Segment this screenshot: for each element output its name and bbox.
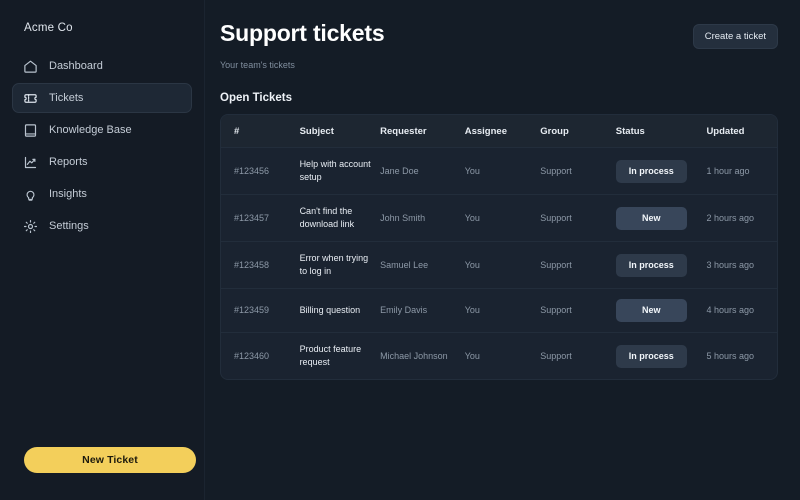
ticket-group: Support xyxy=(540,241,616,290)
ticket-group: Support xyxy=(540,147,616,196)
sidebar-nav: Dashboard Tickets Knowledge Base Reports Ins… xyxy=(0,51,204,241)
sidebar-item-label: Settings xyxy=(49,219,89,232)
ticket-assignee: You xyxy=(464,288,541,334)
page-subtitle: Your team's tickets xyxy=(220,60,295,70)
column-header[interactable]: Subject xyxy=(299,115,381,148)
home-icon xyxy=(23,59,38,74)
ticket-id: #123459 xyxy=(221,288,300,334)
column-header[interactable]: # xyxy=(221,115,300,148)
ticket-updated: 3 hours ago xyxy=(706,241,777,290)
section-title: Open Tickets xyxy=(220,92,293,104)
table-header-row: # Subject Requester Assignee Group Status Upda… xyxy=(221,115,777,148)
ticket-subject: Help with account setup xyxy=(299,147,381,196)
sidebar-item-settings[interactable]: Settings xyxy=(12,211,192,241)
sidebar-item-knowledge-base[interactable]: Knowledge Base xyxy=(12,115,192,145)
ticket-id: #123456 xyxy=(221,147,300,196)
ticket-subject: Error when trying to log in xyxy=(299,241,381,290)
new-ticket-button[interactable]: New Ticket xyxy=(24,447,196,473)
ticket-requester: Jane Doe xyxy=(380,147,465,196)
sidebar-item-label: Insights xyxy=(49,187,87,200)
ticket-updated: 1 hour ago xyxy=(706,147,777,196)
sidebar-item-label: Dashboard xyxy=(49,59,103,72)
status-badge[interactable]: In process xyxy=(615,159,687,183)
ticket-requester: Samuel Lee xyxy=(380,241,465,290)
sidebar-item-tickets[interactable]: Tickets xyxy=(12,83,192,113)
sidebar-item-label: Reports xyxy=(49,155,88,168)
ticket-status-cell: In process xyxy=(615,241,707,290)
column-header[interactable]: Status xyxy=(615,115,707,148)
brand-name: Acme Co xyxy=(24,22,73,34)
ticket-icon xyxy=(23,91,38,106)
sidebar-item-reports[interactable]: Reports xyxy=(12,147,192,177)
ticket-id: #123458 xyxy=(221,241,300,290)
status-badge[interactable]: New xyxy=(615,299,687,323)
status-badge[interactable]: New xyxy=(615,206,687,230)
page-title: Support tickets xyxy=(220,20,385,46)
sidebar-item-dashboard[interactable]: Dashboard xyxy=(12,51,192,81)
ticket-status-cell: New xyxy=(615,194,707,243)
sidebar-item-label: Knowledge Base xyxy=(49,123,132,136)
ticket-status-cell: In process xyxy=(615,147,707,196)
table-row[interactable]: #123457 Can't find the download link John … xyxy=(221,194,777,243)
app-root: Acme Co Dashboard Tickets Knowledge Base Re… xyxy=(0,0,800,500)
table-row[interactable]: #123459 Billing question Emily Davis You Sup… xyxy=(221,288,777,334)
column-header[interactable]: Group xyxy=(540,115,616,148)
ticket-group: Support xyxy=(540,350,572,361)
status-badge[interactable]: In process xyxy=(615,253,687,277)
sidebar-item-insights[interactable]: Insights xyxy=(12,179,192,209)
ticket-group: Support xyxy=(540,288,616,334)
table-body: #123456 Help with account setup Jane Doe Yo… xyxy=(221,147,777,380)
main-content: Support tickets Create a ticket Your tea… xyxy=(205,0,800,500)
ticket-group: Support xyxy=(540,194,616,243)
sidebar: Acme Co Dashboard Tickets Knowledge Base Re… xyxy=(0,0,205,500)
ticket-subject: Can't find the download link xyxy=(299,194,381,243)
lightbulb-icon xyxy=(23,187,38,202)
ticket-status-cell: In process xyxy=(615,333,707,380)
sidebar-item-label: Tickets xyxy=(49,91,84,104)
ticket-assignee: You xyxy=(464,241,541,290)
column-header[interactable]: Requester xyxy=(380,115,465,148)
ticket-subject: Billing question xyxy=(299,288,381,334)
ticket-assignee: You xyxy=(464,194,541,243)
column-header[interactable]: Updated xyxy=(706,115,777,148)
ticket-status-cell: New xyxy=(615,288,707,334)
create-ticket-button[interactable]: Create a ticket xyxy=(692,24,778,49)
tickets-table: # Subject Requester Assignee Group Status Upda… xyxy=(221,115,777,379)
ticket-updated: 2 hours ago xyxy=(706,194,777,243)
ticket-requester: John Smith xyxy=(380,194,465,243)
status-badge[interactable]: In process xyxy=(615,344,687,368)
table-row[interactable]: #123460 Product feature request Michael Jo… xyxy=(221,333,777,380)
ticket-updated: 4 hours ago xyxy=(706,288,777,334)
page-header: Support tickets Create a ticket xyxy=(220,20,778,49)
ticket-subject: Product feature request xyxy=(299,344,362,368)
tickets-table-card: # Subject Requester Assignee Group Status Upda… xyxy=(220,114,778,381)
ticket-id: #123460 xyxy=(234,350,270,361)
gear-icon xyxy=(23,219,38,234)
ticket-requester: Emily Davis xyxy=(380,288,465,334)
ticket-assignee: You xyxy=(464,147,541,196)
ticket-id: #123457 xyxy=(221,194,300,243)
table-row[interactable]: #123458 Error when trying to log in Samuel… xyxy=(221,241,777,290)
book-icon xyxy=(23,123,38,138)
chart-line-icon xyxy=(23,155,38,170)
ticket-updated: 5 hours ago xyxy=(706,350,754,361)
ticket-assignee: You xyxy=(464,350,480,361)
table-row[interactable]: #123456 Help with account setup Jane Doe Yo… xyxy=(221,147,777,196)
column-header[interactable]: Assignee xyxy=(464,115,541,148)
ticket-requester: Michael Johnson xyxy=(380,350,448,361)
table-head: # Subject Requester Assignee Group Status Upda… xyxy=(221,115,777,148)
